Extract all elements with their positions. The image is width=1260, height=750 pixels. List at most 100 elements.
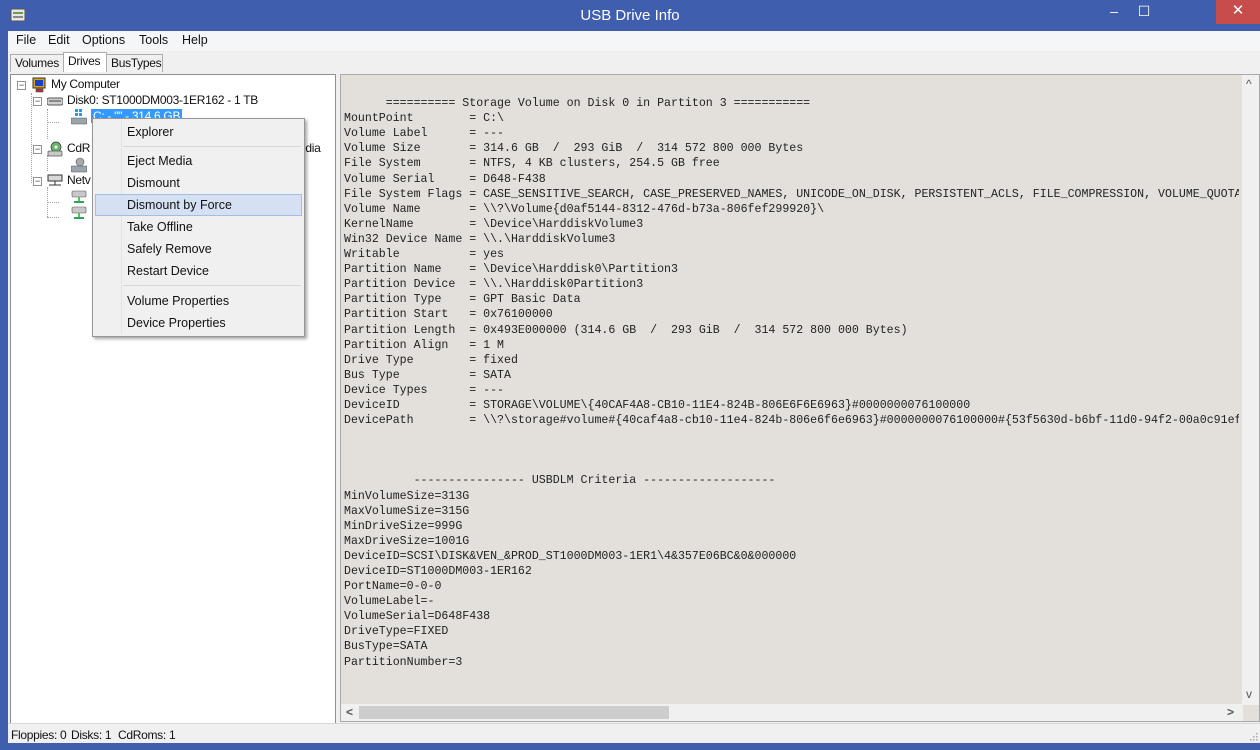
info-property-line: Win32 Device Name = \\.\HarddiskVolume3	[344, 232, 616, 246]
info-property-line: Volume Name = \\?\Volume{d0af5144-8312-4…	[344, 202, 825, 216]
status-floppies: Floppies: 0	[11, 728, 67, 742]
menu-item-take-offline[interactable]: Take Offline	[95, 216, 302, 238]
maximize-button[interactable]: ☐	[1130, 0, 1158, 24]
tab-volumes[interactable]: Volumes	[10, 54, 64, 72]
info-property-line: Drive Type = fixed	[344, 353, 518, 367]
criteria-line: MinDriveSize=999G	[344, 519, 463, 533]
context-menu: Explorer Eject Media Dismount Dismount b…	[92, 118, 305, 337]
resize-grip-icon[interactable]	[1248, 731, 1258, 741]
tree-connector	[47, 122, 59, 123]
info-property-line: Partition Device = \\.\Harddisk0Partitio…	[344, 278, 644, 292]
menu-item-device-properties[interactable]: Device Properties	[95, 312, 302, 334]
scroll-right-icon[interactable]: >	[1227, 705, 1234, 719]
cdrom-drive-icon	[71, 157, 87, 173]
status-cdroms: CdRoms: 1	[118, 728, 176, 742]
app-window: USB Drive Info – ☐ ✕ File Edit Options T…	[0, 0, 1260, 750]
criteria-line: VolumeSerial=D648F438	[344, 610, 491, 624]
info-property-line: DevicePath = \\?\storage#volume#{40caf4a…	[344, 414, 1239, 428]
horizontal-scrollbar[interactable]: < >	[341, 704, 1243, 721]
tree-connector	[47, 217, 59, 218]
criteria-line: DriveType=FIXED	[344, 625, 449, 639]
computer-icon	[32, 77, 46, 93]
info-property-line: Partition Start = 0x76100000	[344, 308, 553, 322]
info-property-line: Device Types = ---	[344, 383, 505, 397]
collapse-icon[interactable]: −	[17, 81, 26, 90]
minimize-button[interactable]: –	[1100, 0, 1128, 24]
info-property-line: File System = NTFS, 4 KB clusters, 254.5…	[344, 157, 720, 171]
tree-label: Disk0: ST1000DM003-1ER162 - 1 TB	[67, 93, 258, 107]
info-property-line: Partition Length = 0x493E000000 (314.6 G…	[344, 323, 908, 337]
info-text[interactable]: ========== Storage Volume on Disk 0 in P…	[344, 81, 1239, 701]
tree-connector	[47, 155, 48, 171]
menu-item-eject-media[interactable]: Eject Media	[95, 150, 302, 172]
scroll-down-icon[interactable]: v	[1246, 687, 1252, 701]
info-header: ========== Storage Volume on Disk 0 in P…	[344, 97, 811, 111]
tree-connector	[47, 202, 59, 203]
cdrom-icon	[47, 141, 63, 157]
menu-item-volume-properties[interactable]: Volume Properties	[95, 290, 302, 312]
menu-bar: File Edit Options Tools Help	[8, 31, 1260, 51]
tree-label: My Computer	[51, 77, 120, 91]
menu-separator	[123, 146, 301, 147]
horizontal-scroll-thumb[interactable]	[359, 706, 669, 719]
criteria-line: MinVolumeSize=313G	[344, 489, 470, 503]
collapse-icon[interactable]: −	[33, 97, 42, 106]
tree-node-my-computer[interactable]: − My Computer	[17, 77, 317, 93]
criteria-line: DeviceID=ST1000DM003-1ER162	[344, 565, 532, 578]
info-property-line: File System Flags = CASE_SENSITIVE_SEARC…	[344, 187, 1239, 201]
info-property-line: KernelName = \Device\HarddiskVolume3	[344, 217, 644, 231]
criteria-line: PartitionNumber=3	[344, 655, 463, 669]
info-property-line: Partition Align = 1 M	[344, 338, 505, 352]
info-property-line: DeviceID = STORAGE\VOLUME\{40CAF4A8-CB10…	[344, 398, 971, 412]
criteria-line: MaxVolumeSize=315G	[344, 504, 470, 518]
hard-disk-icon	[47, 97, 63, 106]
criteria-line: MaxDriveSize=1001G	[344, 534, 470, 548]
info-property-line: MountPoint = C:\	[344, 112, 505, 126]
status-disks: Disks: 1	[71, 728, 112, 742]
tree-node-disk0[interactable]: − Disk0: ST1000DM003-1ER162 - 1 TB	[33, 93, 313, 109]
vertical-scrollbar[interactable]: ^ v	[1242, 75, 1259, 705]
tree-label: CdR	[67, 141, 91, 155]
title-bar[interactable]: USB Drive Info – ☐ ✕	[0, 0, 1260, 31]
menu-item-explorer[interactable]: Explorer	[95, 121, 302, 143]
tree-connector	[31, 93, 32, 183]
criteria-line: DeviceID=SCSI\DISK&VEN_&PROD_ST1000DM003…	[344, 549, 797, 563]
tree-connector	[47, 109, 48, 139]
menu-separator	[123, 285, 301, 286]
tab-drives[interactable]: Drives	[63, 52, 107, 72]
info-property-line: Volume Serial = D648-F438	[344, 172, 546, 186]
network-drive-icon	[71, 206, 87, 219]
close-button[interactable]: ✕	[1216, 0, 1260, 24]
menu-item-restart-device[interactable]: Restart Device	[95, 260, 302, 282]
info-property-line: Partition Type = GPT Basic Data	[344, 293, 581, 307]
criteria-header: ---------------- USBDLM Criteria -------…	[344, 474, 776, 488]
menu-item-dismount[interactable]: Dismount	[95, 172, 302, 194]
status-bar: Floppies: 0 Disks: 1 CdRoms: 1	[8, 723, 1260, 743]
info-property-line: Writable = yes	[344, 248, 505, 262]
menu-item-dismount-by-force[interactable]: Dismount by Force	[95, 194, 302, 216]
scroll-up-icon[interactable]: ^	[1246, 77, 1252, 91]
menu-options[interactable]: Options	[82, 33, 125, 47]
menu-tools[interactable]: Tools	[139, 33, 168, 47]
tab-bustypes[interactable]: BusTypes	[106, 54, 163, 72]
network-icon	[47, 174, 63, 186]
scroll-left-icon[interactable]: <	[346, 705, 353, 719]
collapse-icon[interactable]: −	[33, 145, 42, 154]
info-property-line: Bus Type = SATA	[344, 368, 511, 382]
info-property-line: Volume Label = ---	[344, 127, 505, 141]
criteria-line: VolumeLabel=-	[344, 595, 435, 609]
collapse-icon[interactable]: −	[33, 177, 42, 186]
menu-file[interactable]: File	[16, 33, 36, 47]
tree-label: Netv	[67, 173, 91, 187]
menu-edit[interactable]: Edit	[48, 33, 70, 47]
menu-help[interactable]: Help	[182, 33, 208, 47]
info-panel: ========== Storage Volume on Disk 0 in P…	[340, 74, 1260, 722]
network-drive-icon	[71, 190, 87, 203]
menu-item-safely-remove[interactable]: Safely Remove	[95, 238, 302, 260]
window-title: USB Drive Info	[580, 7, 680, 24]
info-property-line: Partition Name = \Device\Harddisk0\Parti…	[344, 263, 678, 277]
windows-volume-icon	[71, 109, 87, 125]
